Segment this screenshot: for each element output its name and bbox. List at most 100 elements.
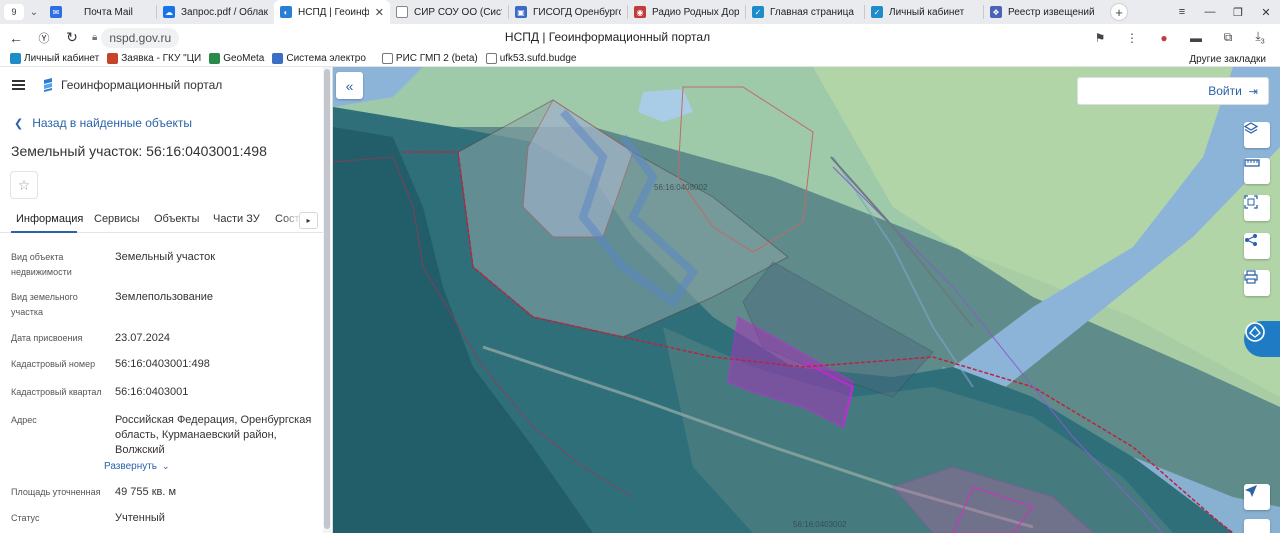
tab-gisogd[interactable]: ▣ ГИСОГД Оренбургск bbox=[509, 0, 627, 24]
emblem-icon bbox=[107, 53, 119, 64]
portal-icon: ✓ bbox=[871, 6, 883, 18]
profile-icon[interactable]: ● bbox=[1150, 31, 1178, 45]
tab-mail[interactable]: ✉ Почта Mail bbox=[44, 0, 156, 24]
bookmark-item[interactable]: ufk53.sufd.budge bbox=[482, 53, 581, 64]
map-tool-partial[interactable] bbox=[1244, 519, 1270, 533]
chevron-down-icon[interactable]: ⌄ bbox=[24, 7, 44, 18]
portal-name: Геоинформационный портал bbox=[61, 78, 223, 92]
page-icon bbox=[381, 53, 393, 64]
bookmark-item[interactable]: Система электро bbox=[268, 53, 370, 64]
select-area-icon[interactable] bbox=[1244, 195, 1270, 221]
quarter-label: 56:16:0403002 bbox=[793, 520, 847, 529]
new-tab-button[interactable]: + bbox=[1110, 3, 1128, 21]
panel-header: Геоинформационный портал bbox=[0, 67, 323, 105]
portal-icon: ✓ bbox=[752, 6, 764, 18]
window-controls: ≡ — ❐ ✕ bbox=[1168, 0, 1280, 24]
extension-icon[interactable]: ▬ bbox=[1182, 31, 1210, 45]
map-search-box[interactable]: Войти ⇥ bbox=[1077, 77, 1269, 105]
ruler-icon[interactable] bbox=[1244, 158, 1270, 184]
more-options-icon[interactable]: ⋮ bbox=[1118, 31, 1146, 45]
attribute-label: Кадастровый квартал bbox=[11, 387, 102, 397]
attribute-value: 56:16:0403001:498 bbox=[115, 358, 210, 370]
chevron-left-icon: ❮ bbox=[14, 117, 24, 130]
attribute-label: Адрес bbox=[11, 415, 37, 425]
map-canvas[interactable] bbox=[333, 67, 1280, 533]
tab-information[interactable]: Информация bbox=[16, 213, 83, 225]
chevron-down-icon: ⌄ bbox=[162, 461, 170, 471]
portal-icon bbox=[10, 53, 21, 64]
tab-cloud[interactable]: ☁ Запрос.pdf / Облако bbox=[157, 0, 274, 24]
nspd-icon: ◐ bbox=[280, 6, 292, 18]
bookmark-icon[interactable]: ⚑ bbox=[1086, 31, 1114, 45]
bookmark-item[interactable]: GeoMeta bbox=[205, 53, 268, 64]
tab-parts[interactable]: Части ЗУ bbox=[213, 213, 260, 225]
mail-icon: ✉ bbox=[50, 6, 62, 18]
bookmark-item[interactable]: Заявка - ГКУ "ЦИ bbox=[103, 53, 205, 64]
geometa-icon bbox=[209, 53, 221, 64]
url-field[interactable]: nspd.gov.ru bbox=[101, 27, 180, 48]
tab-objects[interactable]: Объекты bbox=[154, 213, 199, 225]
tab-services[interactable]: Сервисы bbox=[94, 213, 140, 225]
attribute-label: Вид объекта недвижимости bbox=[11, 252, 72, 277]
bookmark-item[interactable]: РИС ГМП 2 (beta) bbox=[378, 53, 482, 64]
bookmarks-bar: Личный кабинет Заявка - ГКУ "ЦИ GeoMeta … bbox=[0, 51, 1280, 67]
panel-scrollbar[interactable] bbox=[323, 67, 331, 533]
tab-radio[interactable]: ◉ Радио Родных Дорог bbox=[628, 0, 745, 24]
tabs-scroll-right-button[interactable]: ▸ bbox=[299, 212, 318, 229]
back-to-results-link[interactable]: ❮ Назад в найденные объекты bbox=[14, 116, 192, 130]
status-value: Учтенный bbox=[115, 512, 165, 524]
tab-counter[interactable]: 9 bbox=[4, 4, 24, 20]
attribute-value: 56:16:0403001 bbox=[115, 386, 189, 398]
minimize-icon[interactable]: — bbox=[1196, 6, 1224, 18]
attribute-label: Дата присвоения bbox=[11, 333, 83, 343]
attribute-label: Кадастровый номер bbox=[11, 359, 96, 369]
bookmark-item[interactable]: Личный кабинет bbox=[6, 53, 103, 64]
expand-address-link[interactable]: Развернуть ⌄ bbox=[104, 461, 170, 472]
address-value: Российская Федерация, Оренбургская облас… bbox=[115, 414, 312, 456]
attribute-value: 23.07.2024 bbox=[115, 332, 171, 344]
login-icon: ⇥ bbox=[1248, 85, 1258, 98]
back-arrow-icon[interactable]: ← bbox=[2, 26, 30, 50]
map-view[interactable]: 56:16:0408002 56:16:0403002 « Войти ⇥ bbox=[333, 67, 1280, 533]
print-icon[interactable] bbox=[1244, 270, 1270, 296]
help-chat-button[interactable] bbox=[1244, 321, 1280, 357]
layers-icon[interactable] bbox=[1244, 122, 1270, 148]
page-title-display: НСПД | Геоинформационный портал bbox=[504, 30, 711, 44]
attribute-value: Земельный участок bbox=[115, 251, 216, 263]
restore-icon[interactable]: ❐ bbox=[1224, 6, 1252, 19]
collections-icon[interactable]: ⧉ bbox=[1214, 30, 1242, 45]
tab-main[interactable]: ✓ Главная страница bbox=[746, 0, 864, 24]
object-info-panel: Геоинформационный портал ❮ Назад в найде… bbox=[0, 67, 333, 533]
gis-icon: ▣ bbox=[515, 6, 527, 18]
favorite-star-icon[interactable]: ☆ bbox=[10, 171, 38, 199]
login-button[interactable]: Войти ⇥ bbox=[1208, 78, 1258, 104]
other-bookmarks[interactable]: Другие закладки bbox=[1189, 51, 1266, 67]
tab-nspd[interactable]: ◐ НСПД | Геоинфорг ✕ bbox=[274, 0, 390, 24]
locate-icon[interactable] bbox=[1244, 484, 1270, 510]
attribute-value: 49 755 кв. м bbox=[115, 486, 177, 498]
address-bar-actions: ⚑ ⋮ ● ▬ ⧉ ⤓3 bbox=[1086, 24, 1274, 51]
tab-registry[interactable]: ❖ Реестр извещений bbox=[984, 0, 1102, 24]
tab-sir[interactable]: СИР СОУ ОО (Систем bbox=[390, 0, 508, 24]
chat-icon bbox=[1245, 322, 1265, 342]
hamburger-menu-icon[interactable] bbox=[12, 80, 25, 90]
downloads-icon[interactable]: ⤓3 bbox=[1246, 29, 1274, 45]
tab-cabinet[interactable]: ✓ Личный кабинет bbox=[865, 0, 983, 24]
attribute-value: Землепользование bbox=[115, 291, 214, 303]
reload-icon[interactable]: ↻ bbox=[58, 26, 86, 50]
browser-tab-bar: 9 ⌄ ✉ Почта Mail ☁ Запрос.pdf / Облако ◐… bbox=[0, 0, 1280, 24]
share-icon[interactable] bbox=[1244, 233, 1270, 259]
close-window-icon[interactable]: ✕ bbox=[1252, 6, 1280, 19]
yandex-icon[interactable]: Ⓨ bbox=[30, 26, 58, 50]
lock-icon: 🔒︎ bbox=[92, 32, 98, 43]
menu-icon[interactable]: ≡ bbox=[1168, 6, 1196, 18]
close-icon[interactable]: ✕ bbox=[375, 6, 384, 19]
quarter-label: 56:16:0408002 bbox=[654, 183, 708, 192]
collapse-panel-button[interactable]: « bbox=[336, 72, 363, 99]
page-icon bbox=[485, 53, 497, 64]
attribute-label: Статус bbox=[11, 513, 40, 523]
portal-logo-icon bbox=[44, 78, 52, 92]
downloads-badge: 3 bbox=[1260, 38, 1265, 46]
cloud-icon: ☁ bbox=[163, 6, 175, 18]
page-title: Земельный участок: 56:16:0403001:498 bbox=[11, 143, 267, 159]
